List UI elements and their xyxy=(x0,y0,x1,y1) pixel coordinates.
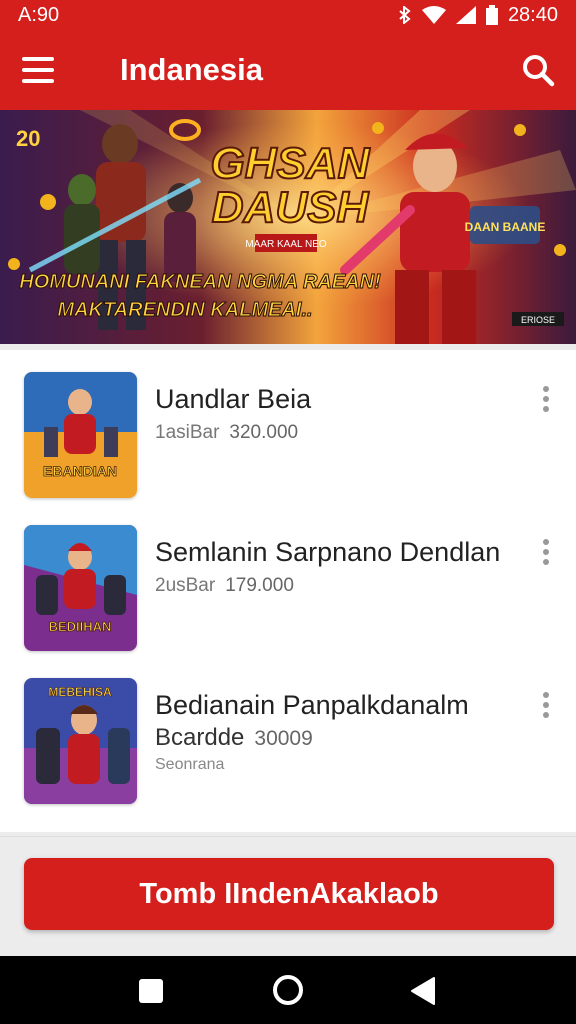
battery-icon xyxy=(485,5,498,25)
more-options-icon[interactable] xyxy=(540,386,552,414)
game-list: EBANDIAN Uandlar Beia 1asiBar 320.000 BED… xyxy=(0,350,576,832)
status-icons: 28:40 xyxy=(398,4,558,27)
divider xyxy=(0,836,576,837)
item-meta-value: 179.000 xyxy=(225,575,294,596)
status-clock: 28:40 xyxy=(507,3,558,26)
banner-tagline-line1: HOMUNANI FAKNEAN NGMA RAEAN! xyxy=(19,271,381,293)
banner-badge: MAAR KAAL NEO xyxy=(245,239,327,250)
banner-corner-tag: ERIOSE xyxy=(521,315,555,325)
item-meta-value: 320.000 xyxy=(229,422,299,443)
banner-title-line2: DAUSH xyxy=(212,183,370,232)
banner-right-badge: DAAN BAANE xyxy=(465,220,546,234)
list-item[interactable]: BEDIIHAN Semlanin Sarpnano Dendlan 2usBa… xyxy=(0,503,576,653)
thumb-label: BEDIIHAN xyxy=(49,619,112,634)
item-meta-label: 1asiBar xyxy=(155,422,220,443)
menu-icon[interactable] xyxy=(22,57,56,83)
thumb-label: MEBEHISA xyxy=(48,685,112,699)
more-options-icon[interactable] xyxy=(540,539,552,567)
more-options-icon[interactable] xyxy=(540,692,552,720)
wifi-icon xyxy=(421,6,446,24)
promo-banner[interactable]: DAAN BAANE 20 GHSAN DAUSH MAAR KAAL NEO … xyxy=(0,110,576,344)
item-title: Bedianain Panpalkdanalm xyxy=(155,690,469,720)
item-title: Uandlar Beia xyxy=(155,384,312,414)
banner-title-line1: GHSAN xyxy=(211,139,371,188)
item-meta: 2usBar 179.000 xyxy=(155,575,294,597)
item-title: Semlanin Sarpnano Dendlan xyxy=(155,537,501,567)
item-meta: 1asiBar 320.000 xyxy=(155,422,298,444)
item-subtitle: Seonrana xyxy=(155,756,225,773)
page-title: Indanesia xyxy=(120,52,263,87)
signal-icon xyxy=(455,6,476,24)
status-bar: A:90 28:40 xyxy=(0,0,576,30)
recent-apps-icon[interactable] xyxy=(138,978,164,1009)
list-item[interactable]: MEBEHISA Bedianain Panpalkdanalm Bcardde… xyxy=(0,656,576,806)
item-meta-label: 2usBar xyxy=(155,575,216,596)
system-nav-bar xyxy=(0,956,576,1024)
bluetooth-icon xyxy=(399,6,411,24)
primary-action-button[interactable]: Tomb IIndenAkaklaob xyxy=(24,858,554,930)
banner-corner-label: 20 xyxy=(16,126,40,151)
thumb-label: EBANDIAN xyxy=(43,463,117,479)
game-thumbnail: BEDIIHAN xyxy=(24,525,137,651)
list-item[interactable]: EBANDIAN Uandlar Beia 1asiBar 320.000 xyxy=(0,350,576,500)
game-thumbnail: EBANDIAN xyxy=(24,372,137,498)
item-meta-value: 30009 xyxy=(254,727,313,750)
app-bar: Indanesia xyxy=(0,30,576,110)
item-meta: Bcardde 30009 xyxy=(155,724,313,752)
banner-tagline-line2: MAKTARENDIN KALMEAI.. xyxy=(57,299,312,321)
game-thumbnail: MEBEHISA xyxy=(24,678,137,804)
search-icon[interactable] xyxy=(520,52,556,88)
status-time: A:90 xyxy=(18,3,60,26)
back-icon[interactable] xyxy=(408,976,436,1011)
home-icon[interactable] xyxy=(271,973,305,1012)
item-meta-label: Bcardde xyxy=(155,724,245,751)
